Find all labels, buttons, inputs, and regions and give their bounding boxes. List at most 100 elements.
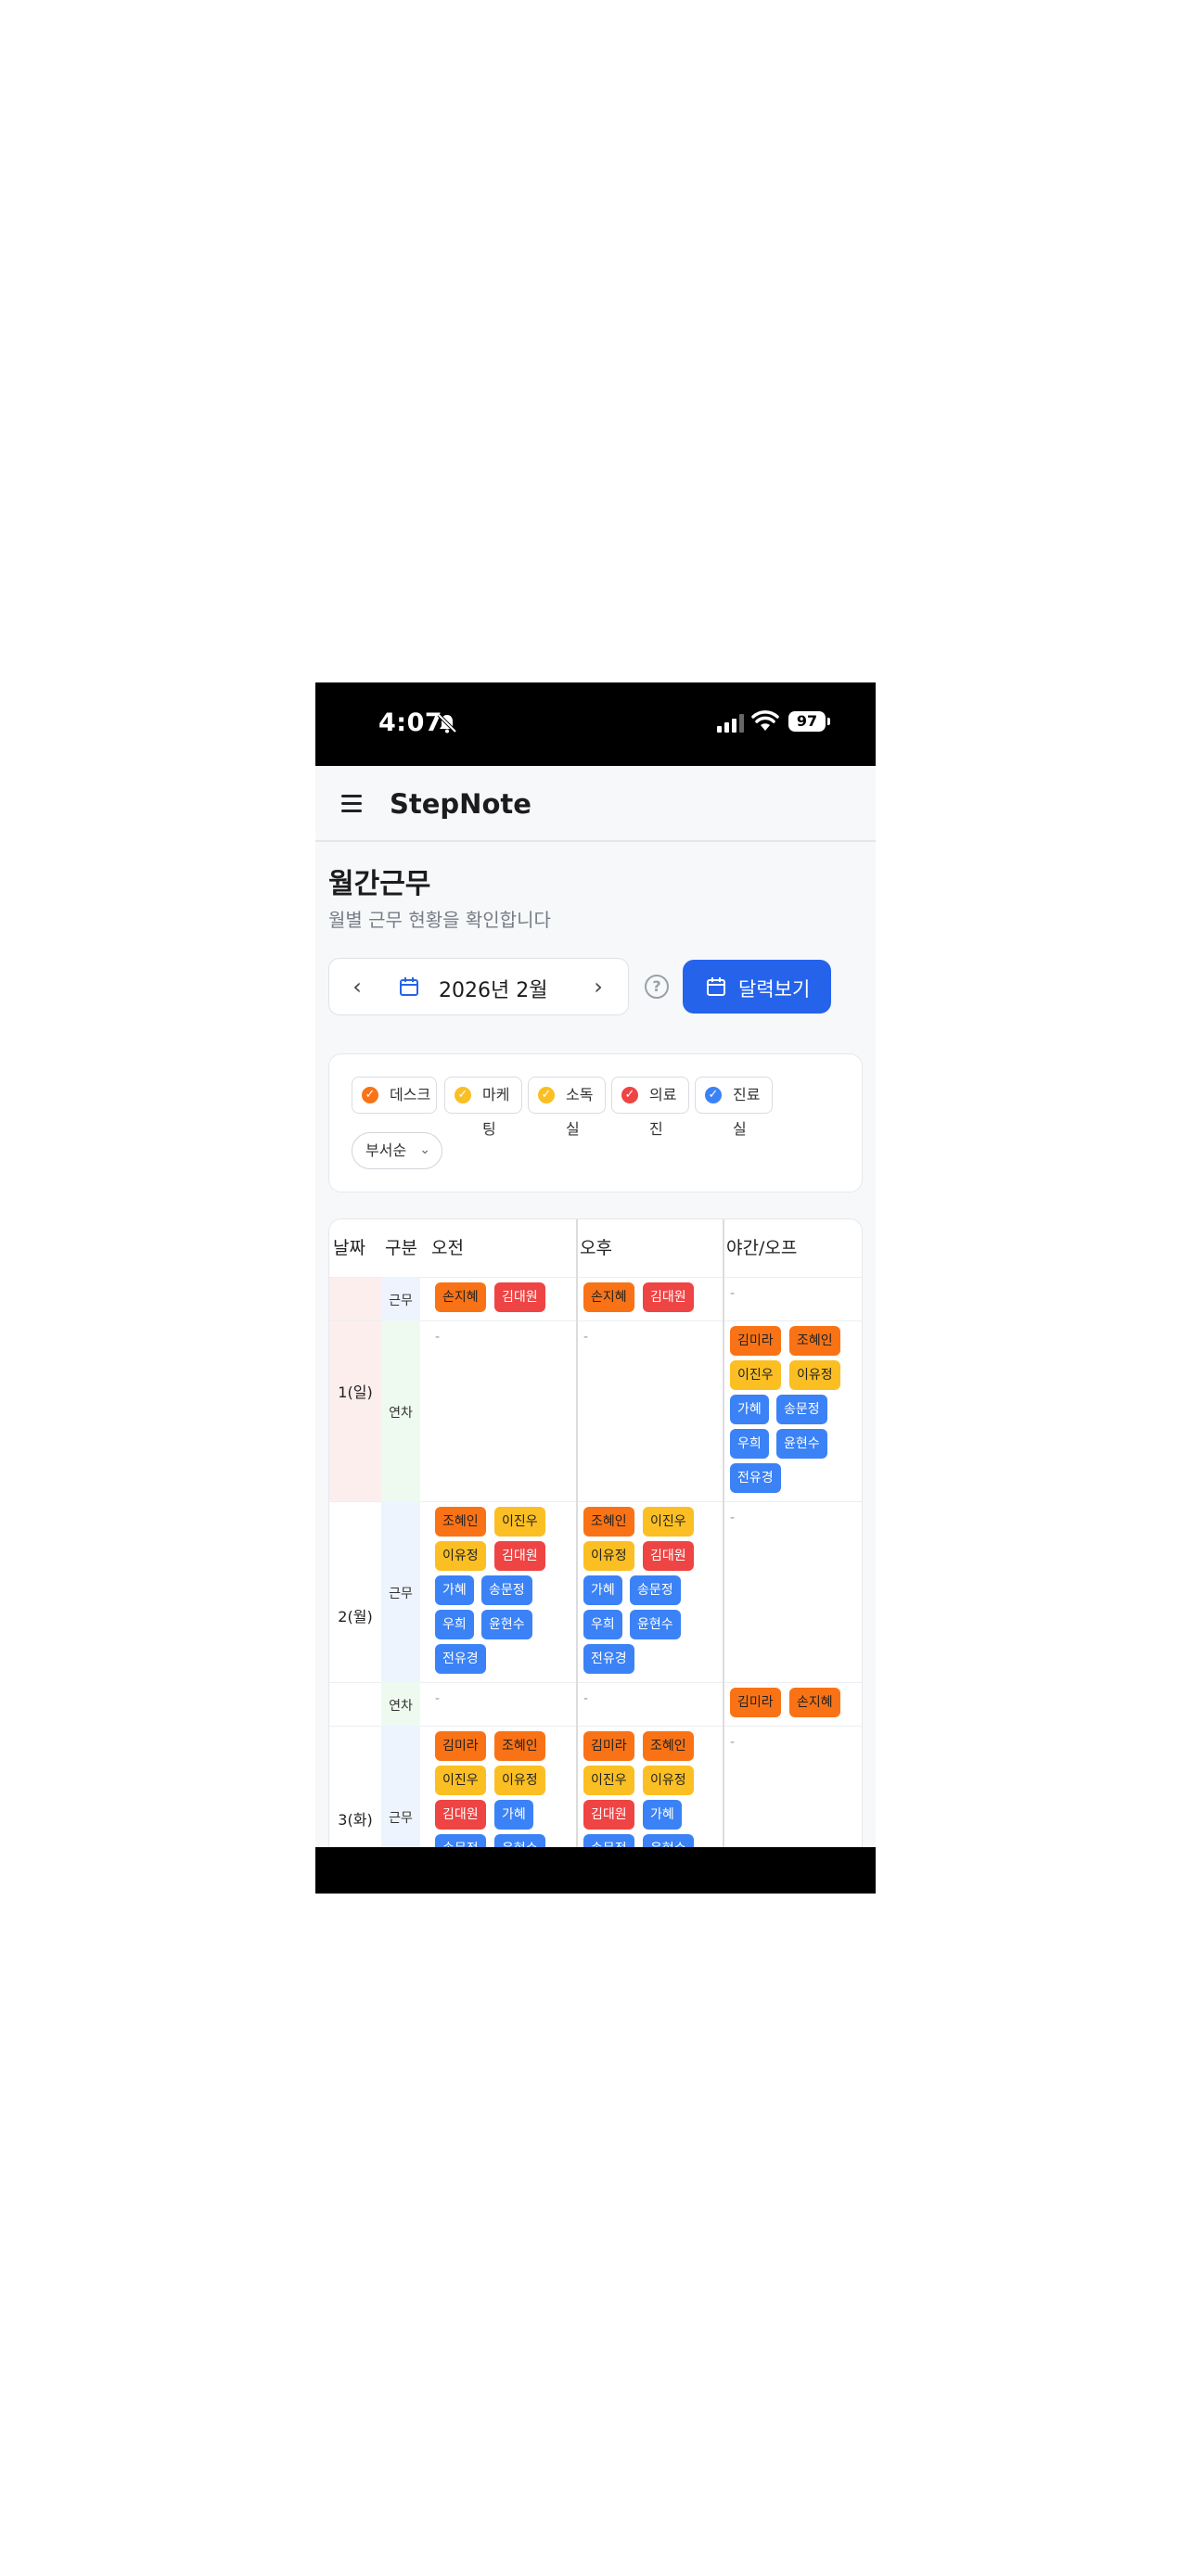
staff-tag[interactable]: 우희 [583,1610,622,1639]
staff-tag[interactable]: 이유정 [494,1766,545,1795]
shift-type-label: 연차 [389,1405,413,1421]
empty-dash: - [435,1330,441,1345]
staff-tag[interactable]: 가혜 [730,1395,769,1424]
staff-tag[interactable]: 이진우 [583,1766,634,1795]
staff-tag[interactable]: 송문정 [481,1575,532,1605]
page-subtitle: 월별 근무 현황을 확인합니다 [328,909,551,931]
filter-chip-marketing[interactable]: ✓ 마케팅 [444,1077,522,1138]
staff-tag[interactable]: 이진우 [435,1766,486,1795]
calendar-view-button[interactable]: 달력보기 [683,960,831,1014]
staff-tag[interactable]: 조혜인 [583,1507,634,1537]
filter-chip-desk[interactable]: ✓ 데스크 [352,1077,437,1114]
staff-tag[interactable]: 전유경 [583,1644,634,1674]
staff-tag[interactable]: 전유경 [435,1644,486,1674]
filter-chip-label: 마케팅 [482,1086,510,1138]
bottom-bar [315,1847,876,1894]
status-bar: 4:07 97 [315,682,876,766]
check-icon: ✓ [705,1087,722,1103]
staff-tag[interactable]: 이진우 [643,1507,694,1537]
empty-dash: - [730,1735,736,1750]
shift-type-label: 근무 [389,1293,413,1308]
staff-tag[interactable]: 조혜인 [494,1731,545,1761]
staff-tag[interactable]: 가혜 [435,1575,474,1605]
staff-tag[interactable]: 우희 [730,1429,769,1459]
filter-chip-clinic[interactable]: ✓ 진료실 [695,1077,773,1138]
staff-tag[interactable]: 우희 [435,1610,474,1639]
month-navigator: ‹ 2026년 2월 › [328,958,629,1015]
staff-tag[interactable]: 가혜 [583,1575,622,1605]
shift-type-label: 근무 [389,1586,413,1601]
staff-tag[interactable]: 가혜 [643,1800,682,1830]
staff-tag[interactable]: 윤현수 [481,1610,532,1639]
staff-tag[interactable]: 손지혜 [583,1282,634,1312]
staff-tag[interactable]: 김미라 [730,1688,781,1717]
filter-chip-medical-staff[interactable]: ✓ 의료진 [611,1077,689,1138]
battery-nub [827,718,830,725]
sort-select-value: 부서순 [365,1141,407,1159]
column-divider [723,1219,724,1894]
staff-tag[interactable]: 김미라 [435,1731,486,1761]
empty-dash: - [730,1286,736,1301]
signal-icon [717,714,744,733]
check-icon: ✓ [538,1087,555,1103]
staff-tag[interactable]: 김대원 [494,1541,545,1571]
current-month-label[interactable]: 2026년 2월 [439,974,547,1003]
staff-tag[interactable]: 김대원 [494,1282,545,1312]
staff-tag[interactable]: 가혜 [494,1800,533,1830]
date-label: 2(월) [338,1608,373,1626]
calendar-icon [707,977,725,996]
staff-tag[interactable]: 전유경 [730,1463,781,1493]
hamburger-menu-icon[interactable] [341,795,362,813]
next-month-button[interactable]: › [583,973,613,1002]
battery-indicator: 97 [788,711,826,732]
status-time: 4:07 [378,708,443,737]
app-header: StepNote [315,766,876,842]
phone-screen: 4:07 97 StepNote 월간근무 월별 근무 현황을 확인합니다 ‹ [315,682,876,1894]
header-pm: 오후 [580,1238,612,1258]
staff-tag[interactable]: 김대원 [583,1800,634,1830]
empty-dash: - [583,1691,589,1706]
staff-tag[interactable]: 이진우 [730,1360,781,1390]
shift-type-label: 연차 [389,1698,413,1714]
staff-tag[interactable]: 손지혜 [789,1688,840,1717]
staff-tag[interactable]: 조혜인 [435,1507,486,1537]
filter-chip-sterilization[interactable]: ✓ 소독실 [528,1077,606,1138]
staff-tag[interactable]: 김대원 [643,1282,694,1312]
staff-tag[interactable]: 김대원 [643,1541,694,1571]
prev-month-button[interactable]: ‹ [342,973,372,1002]
staff-tag[interactable]: 손지혜 [435,1282,486,1312]
bell-muted-icon [437,713,457,733]
staff-tag[interactable]: 이유정 [643,1766,694,1795]
chevron-down-icon: ⌄ [419,1142,430,1157]
check-icon: ✓ [621,1087,638,1103]
check-icon: ✓ [362,1087,378,1103]
staff-tag[interactable]: 송문정 [630,1575,681,1605]
staff-tag[interactable]: 송문정 [776,1395,827,1424]
staff-tag[interactable]: 조혜인 [789,1326,840,1356]
filter-chip-label: 소독실 [566,1086,594,1138]
date-label: 1(일) [338,1384,373,1401]
staff-tag[interactable]: 조혜인 [643,1731,694,1761]
staff-tag[interactable]: 이유정 [435,1541,486,1571]
staff-tag[interactable]: 이유정 [789,1360,840,1390]
check-icon: ✓ [455,1087,471,1103]
calendar-icon[interactable] [398,976,420,998]
filter-chip-label: 의료진 [649,1086,677,1138]
staff-tag[interactable]: 김미라 [730,1326,781,1356]
header-date: 날짜 [333,1238,365,1258]
staff-tag[interactable]: 윤현수 [776,1429,827,1459]
wifi-icon [751,710,779,731]
app-title: StepNote [390,788,531,820]
empty-dash: - [730,1511,736,1525]
empty-dash: - [583,1330,589,1345]
filter-chip-label: 데스크 [390,1086,431,1103]
staff-tag[interactable]: 이유정 [583,1541,634,1571]
staff-tag[interactable]: 이진우 [494,1507,545,1537]
page-title: 월간근무 [328,868,431,900]
header-am: 오전 [431,1238,464,1258]
staff-tag[interactable]: 김미라 [583,1731,634,1761]
sort-select[interactable]: 부서순 ⌄ [352,1132,442,1169]
staff-tag[interactable]: 김대원 [435,1800,486,1830]
staff-tag[interactable]: 윤현수 [630,1610,681,1639]
help-icon[interactable]: ? [645,975,669,999]
